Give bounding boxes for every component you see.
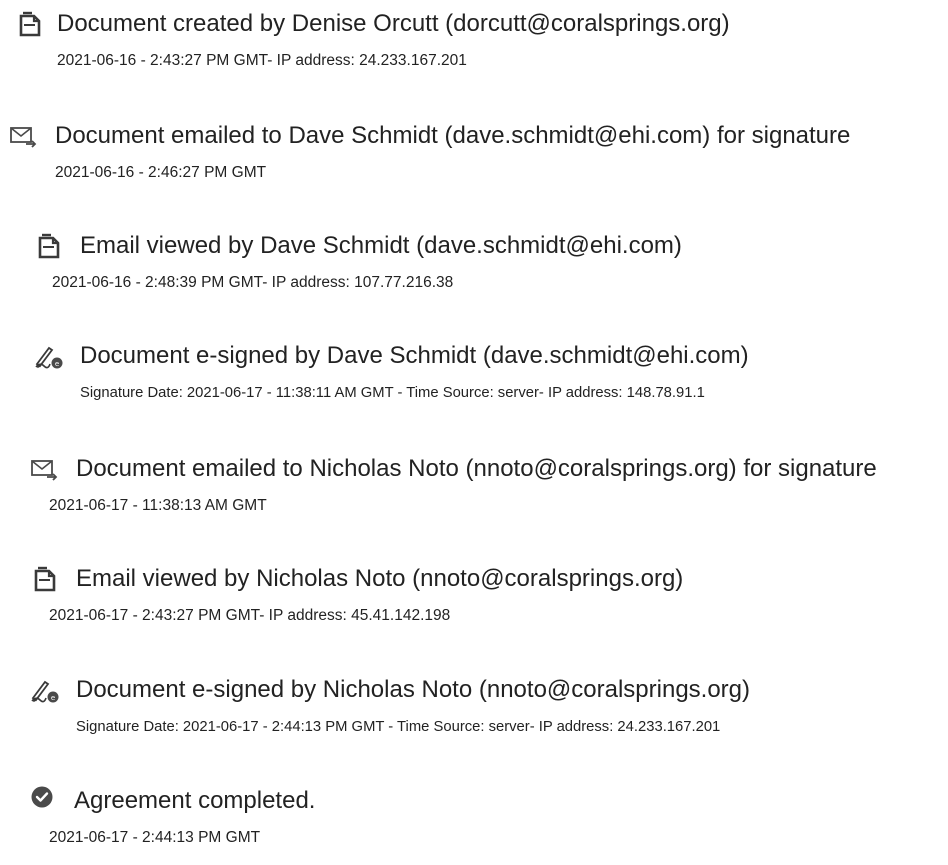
event-title: Document emailed to Nicholas Noto (nnoto… — [76, 455, 877, 482]
event-title: Email viewed by Nicholas Noto (nnoto@cor… — [76, 565, 684, 592]
check-circle-icon — [30, 785, 60, 815]
audit-event-viewed: Email viewed by Dave Schmidt (dave.schmi… — [0, 230, 948, 310]
event-detail: 2021-06-16 - 2:46:27 PM GMT — [55, 164, 267, 181]
audit-event-signed: e Document e-signed by Nicholas Noto (nn… — [0, 674, 948, 754]
audit-event-signed: e Document e-signed by Dave Schmidt (dav… — [0, 340, 948, 420]
event-title: Document created by Denise Orcutt (dorcu… — [57, 10, 730, 37]
event-detail: 2021-06-17 - 11:38:13 AM GMT — [49, 497, 267, 514]
audit-event-emailed: Document emailed to Dave Schmidt (dave.s… — [0, 120, 948, 200]
event-title: Agreement completed. — [74, 787, 316, 814]
event-title: Document emailed to Dave Schmidt (dave.s… — [55, 122, 851, 149]
document-icon — [34, 232, 64, 262]
e-sign-pen-icon: e — [30, 676, 60, 706]
email-sent-icon — [30, 455, 60, 485]
email-sent-icon — [9, 122, 39, 152]
audit-event-completed: Agreement completed. 2021-06-17 - 2:44:1… — [0, 785, 948, 865]
event-title: Email viewed by Dave Schmidt (dave.schmi… — [80, 232, 682, 259]
event-detail: 2021-06-17 - 2:43:27 PM GMT- IP address:… — [49, 607, 451, 624]
e-sign-pen-icon: e — [34, 342, 64, 372]
event-title: Document e-signed by Nicholas Noto (nnot… — [76, 676, 751, 703]
event-detail: Signature Date: 2021-06-17 - 2:44:13 PM … — [76, 719, 721, 735]
audit-trail-page: { "events": [ { "icon": "document-icon",… — [0, 0, 948, 846]
svg-text:e: e — [55, 360, 59, 368]
audit-event-created: Document created by Denise Orcutt (dorcu… — [0, 8, 948, 88]
document-icon — [15, 10, 45, 40]
svg-text:e: e — [51, 694, 55, 702]
audit-event-emailed: Document emailed to Nicholas Noto (nnoto… — [0, 453, 948, 533]
document-icon — [30, 565, 60, 595]
event-detail: Signature Date: 2021-06-17 - 11:38:11 AM… — [80, 385, 705, 401]
audit-event-viewed: Email viewed by Nicholas Noto (nnoto@cor… — [0, 563, 948, 643]
event-title: Document e-signed by Dave Schmidt (dave.… — [80, 342, 749, 369]
event-detail: 2021-06-16 - 2:48:39 PM GMT- IP address:… — [52, 274, 454, 291]
event-detail: 2021-06-16 - 2:43:27 PM GMT- IP address:… — [57, 52, 467, 69]
